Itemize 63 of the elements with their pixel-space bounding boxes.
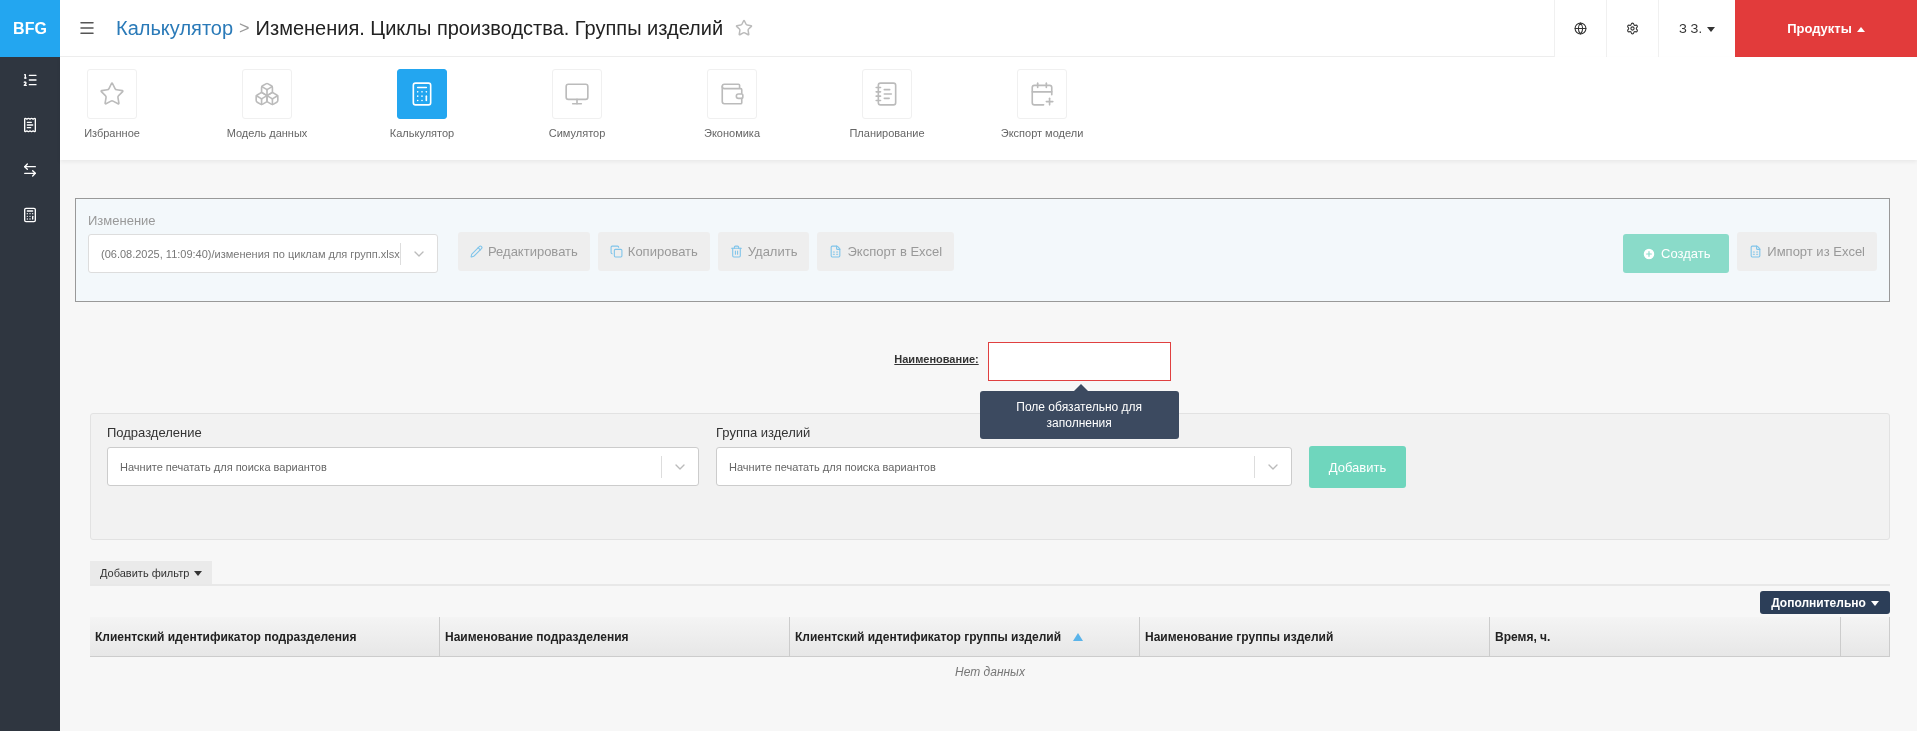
plus-circle-icon bbox=[1642, 246, 1657, 261]
module-label: Планирование bbox=[849, 127, 925, 139]
logo: BFG bbox=[0, 0, 60, 57]
spreadsheet-icon bbox=[829, 245, 843, 258]
column-header[interactable]: Клиентский идентификатор подразделения bbox=[90, 617, 440, 656]
search-select[interactable]: Начните печатать для поиска вариантов bbox=[716, 447, 1292, 486]
module-tab[interactable]: Симулятор bbox=[525, 69, 629, 139]
spreadsheet-icon bbox=[1749, 245, 1763, 258]
more-button[interactable]: Дополнительно bbox=[1760, 591, 1890, 614]
user-menu-button[interactable]: З З. bbox=[1658, 0, 1735, 57]
language-button[interactable] bbox=[1554, 0, 1607, 57]
receipt-icon bbox=[22, 116, 38, 133]
gear-icon bbox=[1626, 21, 1640, 35]
wallet-icon bbox=[707, 69, 757, 119]
field-label: Группа изделий bbox=[716, 425, 812, 440]
column-header[interactable]: Наименование группы изделий bbox=[1140, 617, 1490, 656]
arrows-icon bbox=[22, 161, 38, 178]
tooltip-pointer bbox=[1073, 384, 1088, 391]
add-filter-button[interactable]: Добавить фильтр bbox=[90, 561, 213, 584]
trash-icon bbox=[729, 245, 743, 258]
module-tab[interactable]: Избранное bbox=[60, 69, 164, 139]
copy-icon bbox=[609, 245, 623, 258]
module-tab[interactable]: Планирование bbox=[835, 69, 939, 139]
field-label: Изменение bbox=[88, 213, 157, 228]
module-tab[interactable]: Экономика bbox=[680, 69, 784, 139]
module-label: Симулятор bbox=[548, 127, 606, 139]
cubes-icon bbox=[242, 69, 292, 119]
products-button[interactable]: Продукты bbox=[1735, 0, 1917, 57]
caret-icon bbox=[1856, 26, 1865, 32]
search-select[interactable]: Начните печатать для поиска вариантов bbox=[107, 447, 699, 486]
page-title: Изменения. Циклы производства. Группы изделий bbox=[255, 16, 724, 40]
calendar-plus-icon bbox=[1017, 69, 1067, 119]
column-header[interactable]: Наименование подразделения bbox=[440, 617, 790, 656]
caret-icon bbox=[1707, 26, 1715, 32]
column-header[interactable]: Клиентский идентификатор группы изделий bbox=[790, 617, 1140, 656]
change-select[interactable]: (06.08.2025, 11:09:40)/изменения по циклам для групп.xlsx bbox=[88, 234, 438, 273]
name-input[interactable] bbox=[987, 342, 1171, 381]
menu-button[interactable] bbox=[78, 19, 96, 37]
name-label: Наименование: bbox=[894, 353, 979, 365]
field-label: Подразделение bbox=[107, 425, 203, 440]
module-label: Калькулятор bbox=[389, 127, 455, 139]
calculator-icon bbox=[397, 69, 447, 119]
list-icon bbox=[22, 71, 38, 88]
module-tab[interactable]: Модель данных bbox=[215, 69, 319, 139]
caret-icon bbox=[194, 571, 203, 577]
empty-message: Нет данных bbox=[954, 665, 1026, 679]
module-tab[interactable]: Калькулятор bbox=[370, 69, 474, 139]
breadcrumb-separator: > bbox=[239, 17, 250, 39]
module-label: Экономика bbox=[704, 127, 760, 139]
module-label: Экспорт модели bbox=[1000, 127, 1084, 139]
breadcrumb-link[interactable]: Калькулятор bbox=[116, 16, 234, 40]
pencil-icon bbox=[470, 245, 483, 258]
caret-icon bbox=[1870, 600, 1879, 606]
column-header[interactable]: Время, ч. bbox=[1490, 617, 1841, 656]
validation-tooltip: Поле обязательно для заполнения bbox=[979, 391, 1179, 440]
notebook-icon bbox=[862, 69, 912, 119]
module-tab[interactable]: Экспорт модели bbox=[990, 69, 1094, 139]
globe-icon bbox=[1574, 21, 1588, 35]
module-label: Избранное bbox=[84, 127, 140, 139]
monitor-icon bbox=[552, 69, 602, 119]
module-label: Модель данных bbox=[226, 127, 308, 139]
calculator-icon bbox=[22, 206, 38, 223]
settings-button[interactable] bbox=[1606, 0, 1659, 57]
